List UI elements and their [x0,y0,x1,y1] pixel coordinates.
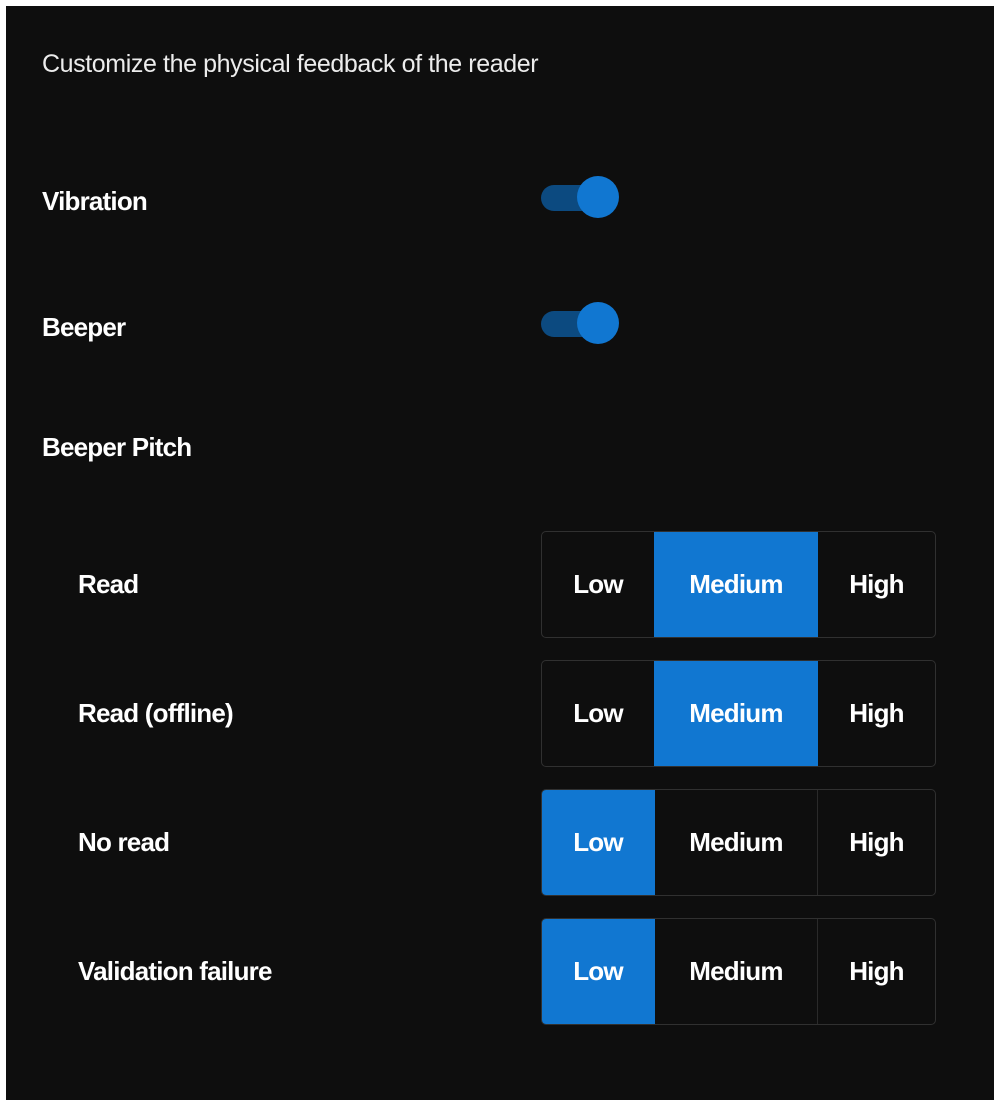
pitch-selector-no-read: Low Medium High [541,789,936,896]
pitch-option-medium[interactable]: Medium [654,919,817,1024]
pitch-option-high[interactable]: High [817,919,935,1024]
beeper-toggle-thumb [577,302,619,344]
pitch-row-label-read: Read [78,569,139,599]
pitch-row-label-read-offline: Read (offline) [78,698,234,728]
pitch-row-label-validation-failure: Validation failure [78,956,272,986]
vibration-label: Vibration [42,186,148,216]
pitch-option-high[interactable]: High [817,790,935,895]
pitch-row-label-no-read: No read [78,827,170,857]
pitch-selector-read: Low Medium High [541,531,936,638]
pitch-option-medium[interactable]: Medium [654,532,817,637]
pitch-option-low[interactable]: Low [542,919,654,1024]
pitch-option-high[interactable]: High [817,661,935,766]
pitch-selector-validation-failure: Low Medium High [541,918,936,1025]
pitch-option-high[interactable]: High [817,532,935,637]
panel-subtitle: Customize the physical feedback of the r… [42,50,539,78]
beeper-toggle[interactable] [541,302,621,346]
vibration-toggle-thumb [577,176,619,218]
pitch-option-low[interactable]: Low [542,661,654,766]
beeper-pitch-heading: Beeper Pitch [42,432,192,462]
beeper-label: Beeper [42,312,126,342]
pitch-selector-read-offline: Low Medium High [541,660,936,767]
physical-feedback-panel: Customize the physical feedback of the r… [6,6,994,1100]
pitch-option-medium[interactable]: Medium [654,790,817,895]
pitch-option-low[interactable]: Low [542,790,654,895]
vibration-toggle[interactable] [541,176,621,220]
pitch-option-medium[interactable]: Medium [654,661,817,766]
pitch-option-low[interactable]: Low [542,532,654,637]
